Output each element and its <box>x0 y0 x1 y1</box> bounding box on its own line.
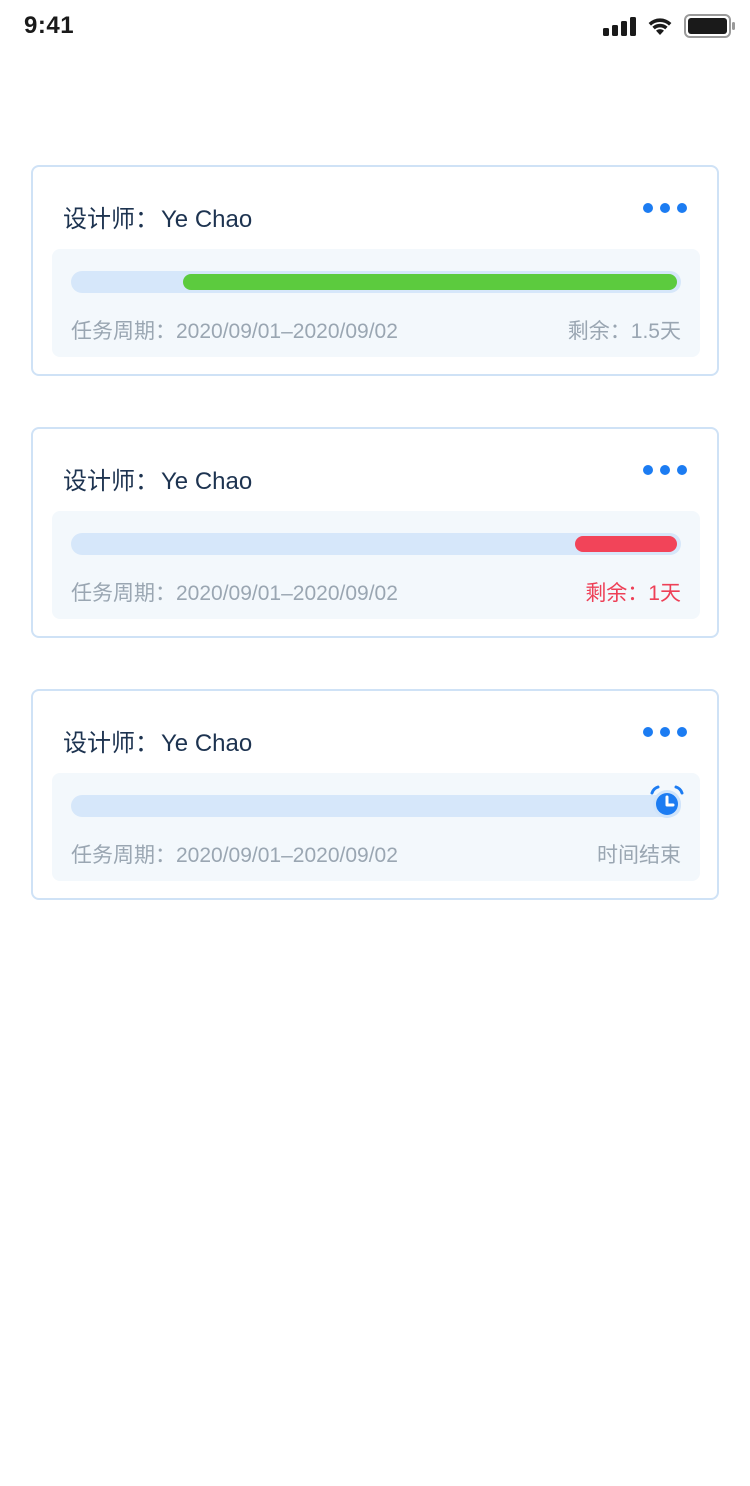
task-progress-panel: 任务周期：2020/09/01–2020/09/02 时间结束 <box>52 773 700 881</box>
designer-name: Ye Chao <box>161 468 253 495</box>
more-options-button[interactable] <box>643 719 687 745</box>
wifi-icon <box>646 16 674 36</box>
more-dot-icon <box>660 727 670 737</box>
more-dot-icon <box>660 203 670 213</box>
designer-name: Ye Chao <box>161 206 253 233</box>
task-period-dates: 2020/09/01–2020/09/02 <box>176 320 398 343</box>
progress-fill <box>183 274 677 290</box>
more-options-button[interactable] <box>643 195 687 221</box>
progress-track <box>71 785 684 818</box>
more-dot-icon <box>677 465 687 475</box>
status-time: 9:41 <box>24 12 75 39</box>
alarm-clock-icon <box>647 783 687 821</box>
designer-label: 设计师： <box>63 206 159 233</box>
task-period-dates: 2020/09/01–2020/09/02 <box>176 844 398 867</box>
more-options-button[interactable] <box>643 457 687 483</box>
designer-title: 设计师：Ye Chao <box>63 461 252 496</box>
battery-icon <box>684 14 736 38</box>
task-period: 任务周期：2020/09/01–2020/09/02 <box>71 839 398 869</box>
designer-label: 设计师： <box>63 730 159 757</box>
status-bar: 9:41 <box>0 0 750 54</box>
task-period: 任务周期：2020/09/01–2020/09/02 <box>71 315 398 345</box>
remaining-time: 时间结束 <box>597 844 681 867</box>
more-dot-icon <box>643 727 653 737</box>
task-card[interactable]: 设计师：Ye Chao 任务周期：2020/09/01–2020/09/02 时… <box>31 689 719 900</box>
task-period-label: 任务周期： <box>71 320 176 343</box>
status-icons <box>603 14 736 38</box>
more-dot-icon <box>660 465 670 475</box>
remaining-time: 剩余：1.5天 <box>567 320 681 343</box>
designer-title: 设计师：Ye Chao <box>63 199 252 234</box>
more-dot-icon <box>643 203 653 213</box>
designer-label: 设计师： <box>63 468 159 495</box>
task-card[interactable]: 设计师：Ye Chao 任务周期：2020/09/01–2020/09/02 剩… <box>31 427 719 638</box>
remaining-time: 剩余：1天 <box>585 582 681 605</box>
task-progress-panel: 任务周期：2020/09/01–2020/09/02 剩余：1.5天 <box>52 249 700 357</box>
cellular-signal-icon <box>603 16 636 36</box>
progress-track <box>71 533 681 555</box>
task-period-label: 任务周期： <box>71 844 176 867</box>
designer-name: Ye Chao <box>161 730 253 757</box>
task-period: 任务周期：2020/09/01–2020/09/02 <box>71 577 398 607</box>
progress-fill <box>575 536 677 552</box>
more-dot-icon <box>643 465 653 475</box>
designer-title: 设计师：Ye Chao <box>63 723 252 758</box>
task-period-dates: 2020/09/01–2020/09/02 <box>176 582 398 605</box>
more-dot-icon <box>677 203 687 213</box>
task-card[interactable]: 设计师：Ye Chao 任务周期：2020/09/01–2020/09/02 剩… <box>31 165 719 376</box>
task-period-label: 任务周期： <box>71 582 176 605</box>
more-dot-icon <box>677 727 687 737</box>
task-progress-panel: 任务周期：2020/09/01–2020/09/02 剩余：1天 <box>52 511 700 619</box>
progress-track <box>71 271 681 293</box>
